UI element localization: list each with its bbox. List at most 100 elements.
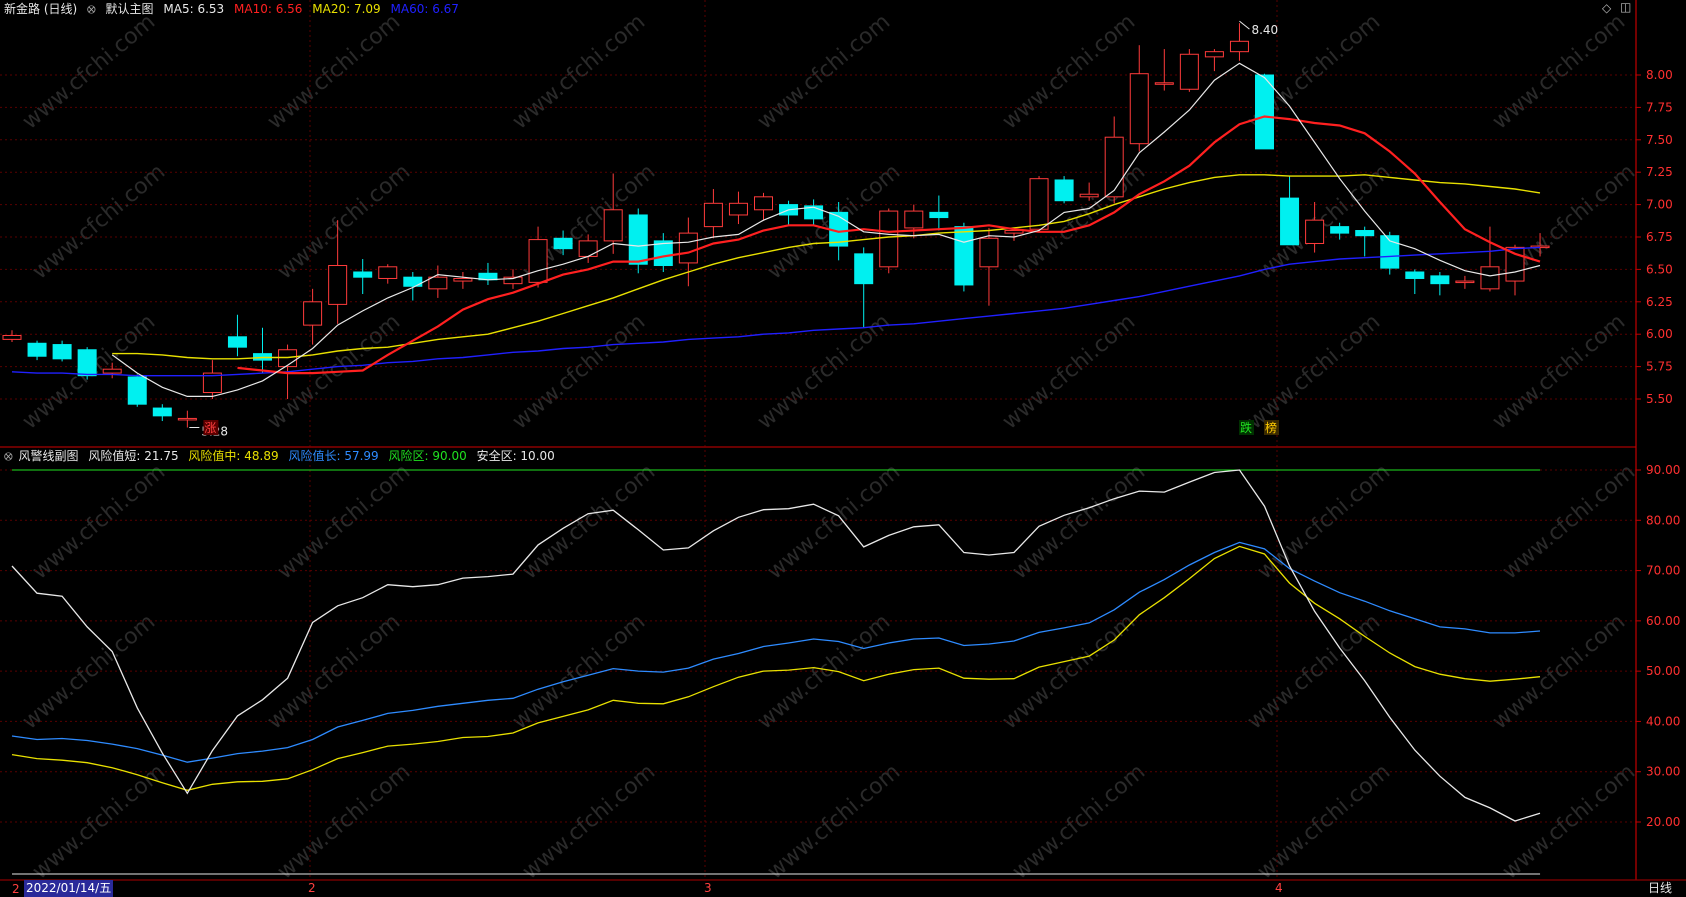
tag-label: 跌	[1240, 420, 1252, 435]
watermark-text: www.cfchi.com	[753, 309, 895, 434]
candle-body	[1430, 275, 1450, 285]
collapse-circle-icon[interactable]: ⭙	[4, 450, 13, 463]
watermark-text: www.cfchi.com	[28, 459, 170, 584]
candle	[1129, 45, 1149, 152]
month-label: 4	[1275, 881, 1283, 895]
risk-mid-label: 风险值中: 48.89	[188, 449, 279, 463]
risk-tick-label: 50.00	[1646, 664, 1680, 678]
watermark-text: www.cfchi.com	[753, 9, 895, 134]
candle	[628, 208, 648, 274]
right-axis: 8.00 7.75 7.50 7.25 7.00 6.75 6.50 6.25 6.00 5.75…	[0, 0, 1686, 881]
candle-body	[879, 210, 899, 268]
ma-line-ma20	[112, 174, 1541, 360]
watermark-text: www.cfchi.com	[508, 609, 650, 734]
candle-body	[303, 301, 323, 326]
candle	[1280, 176, 1300, 246]
ma20-label: MA20: 7.09	[312, 2, 381, 16]
candle	[1029, 176, 1049, 232]
candle	[152, 404, 172, 422]
price-tick-label: 7.50	[1646, 133, 1673, 147]
candle	[1355, 226, 1375, 257]
candle	[227, 314, 247, 357]
candle	[1430, 271, 1450, 296]
high-marker-arrow	[1239, 20, 1250, 30]
watermark-text: www.cfchi.com	[998, 9, 1140, 134]
risk-tick-label: 70.00	[1646, 564, 1680, 578]
candle-body	[1355, 230, 1375, 237]
risk-tick-label: 20.00	[1646, 815, 1680, 829]
candle-body	[1280, 197, 1300, 246]
candle-body	[152, 407, 172, 417]
candle	[979, 227, 999, 306]
watermark-text: www.cfchi.com	[1243, 309, 1385, 434]
period-label[interactable]: 日线	[1648, 880, 1672, 897]
candle	[202, 360, 222, 399]
grid-layer	[0, 0, 1636, 880]
candle-body	[754, 196, 773, 211]
candle-body	[929, 211, 949, 219]
watermark-text: www.cfchi.com	[763, 759, 905, 884]
safe-zone-label: 安全区: 10.00	[476, 449, 555, 463]
candle	[703, 189, 723, 239]
candle-body	[2, 334, 22, 340]
diamond-icon[interactable]: ◇	[1602, 1, 1611, 15]
candle	[728, 191, 748, 225]
candle-body	[578, 240, 598, 257]
watermark-text: www.cfchi.com	[263, 9, 405, 134]
candle-body	[1104, 136, 1124, 198]
candle-body	[1305, 219, 1325, 244]
candle-body	[728, 202, 748, 216]
ma10-label: MA10: 6.56	[234, 2, 303, 16]
watermark-text: www.cfchi.com	[18, 9, 160, 134]
candle	[754, 192, 773, 221]
candle	[378, 264, 398, 284]
watermark-text: www.cfchi.com	[998, 609, 1140, 734]
date-cursor-label: 2022/01/14/五	[24, 880, 114, 897]
ma60-label: MA60: 6.67	[390, 2, 459, 16]
candle-body	[1179, 53, 1199, 90]
watermark-text: www.cfchi.com	[1008, 759, 1150, 884]
candle-body	[603, 209, 623, 242]
price-tick-label: 6.25	[1646, 295, 1673, 309]
candle-body	[854, 253, 874, 285]
candle	[1229, 23, 1249, 61]
watermark-text: www.cfchi.com	[1008, 459, 1150, 584]
risk-tick-label: 60.00	[1646, 614, 1680, 628]
watermark-text: www.cfchi.com	[263, 609, 405, 734]
candle-body	[428, 276, 448, 290]
candle-body	[353, 271, 373, 278]
candle	[127, 374, 147, 407]
watermark-text: www.cfchi.com	[753, 609, 895, 734]
candle-body	[52, 344, 72, 360]
chart-title[interactable]: 新金路 (日线)	[4, 2, 77, 16]
candle	[528, 226, 548, 288]
tag-label: 榜	[1265, 420, 1277, 435]
watermark-text: www.cfchi.com	[1498, 459, 1640, 584]
watermark-text: www.cfchi.com	[763, 459, 905, 584]
candle-body	[328, 265, 348, 305]
watermark-text: www.cfchi.com	[508, 9, 650, 134]
risk-tick-label: 90.00	[1646, 463, 1680, 477]
sub-title[interactable]: 风警线副图	[19, 449, 79, 463]
price-tick-label: 6.00	[1646, 327, 1673, 341]
watermark-text: www.cfchi.com	[518, 759, 660, 884]
window-toggle-icon[interactable]: ◫	[1620, 0, 1631, 14]
candle-body	[1505, 246, 1525, 282]
watermark-text: www.cfchi.com	[1488, 309, 1630, 434]
candle	[303, 288, 323, 345]
candle-body	[127, 376, 147, 405]
candle	[1455, 275, 1475, 289]
candle	[904, 204, 924, 239]
watermark-text: www.cfchi.com	[1008, 159, 1150, 284]
candle-body	[1029, 178, 1049, 230]
tag-label: 涨	[204, 420, 216, 435]
month-label: 2	[308, 881, 316, 895]
candle-body	[1255, 74, 1274, 150]
price-tick-label: 7.75	[1646, 100, 1673, 114]
dropdown-circle-icon[interactable]: ⭙	[87, 3, 96, 16]
chart-name[interactable]: 默认主图	[106, 2, 154, 16]
risk-tick-label: 40.00	[1646, 714, 1680, 728]
candle	[1204, 49, 1224, 72]
candle	[1380, 231, 1400, 275]
candle	[653, 233, 673, 272]
